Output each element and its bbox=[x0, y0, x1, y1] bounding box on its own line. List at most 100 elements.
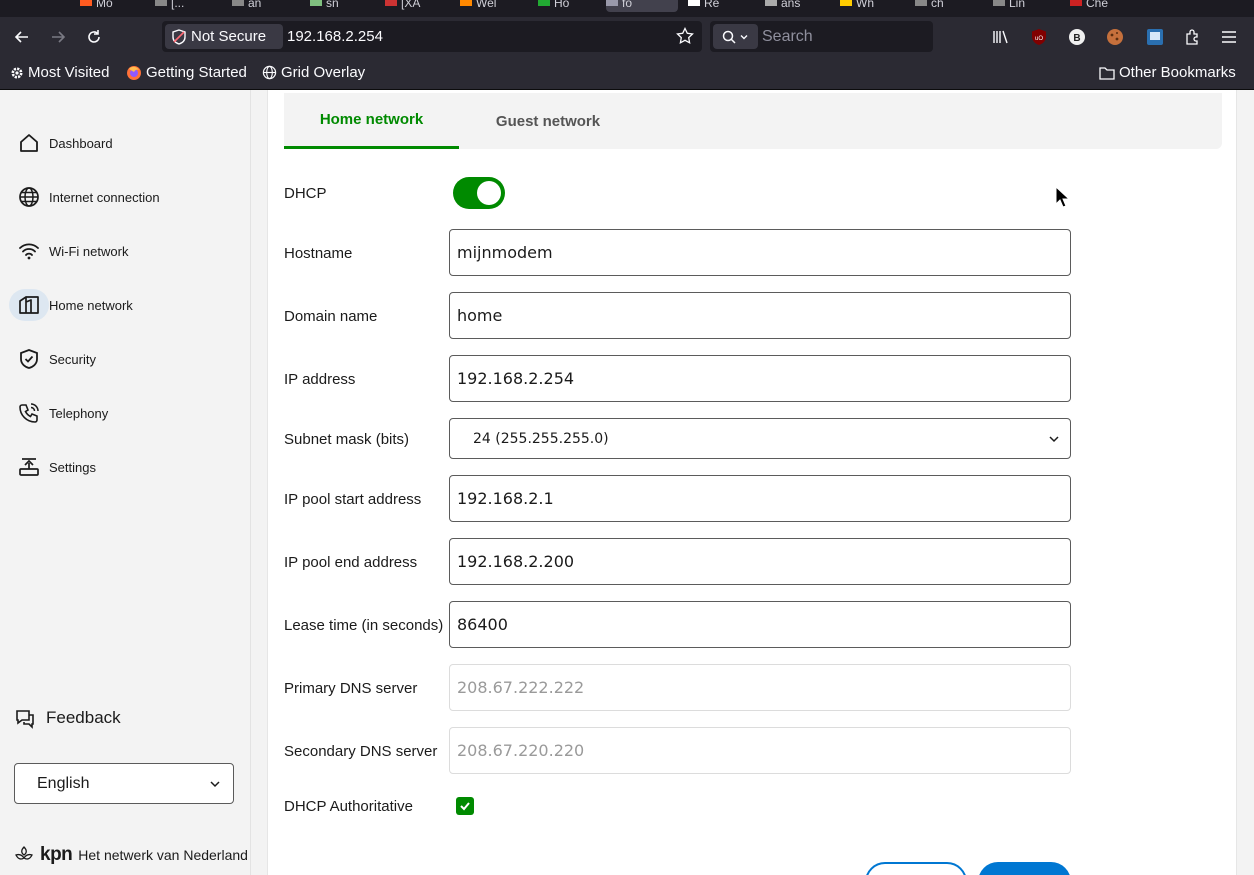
search-engine-button[interactable] bbox=[713, 24, 758, 49]
sidebar-item-wifi-network[interactable]: Wi-Fi network bbox=[9, 235, 239, 267]
cookie-extension-button[interactable] bbox=[1103, 25, 1127, 49]
ip-pool-end-input[interactable] bbox=[457, 552, 1070, 571]
bookmark-getting-started[interactable]: Getting Started bbox=[126, 64, 247, 81]
ip-pool-start-field[interactable] bbox=[449, 475, 1071, 522]
reload-button[interactable] bbox=[82, 25, 106, 49]
browser-tab[interactable]: Wh bbox=[840, 0, 900, 12]
browser-tab-label: Wh bbox=[856, 0, 874, 10]
search-bar[interactable]: Search bbox=[710, 21, 933, 52]
primary-dns-field[interactable] bbox=[449, 664, 1071, 711]
sidebar-item-internet-connection[interactable]: Internet connection bbox=[9, 181, 239, 213]
bookmark-other-bookmarks[interactable]: Other Bookmarks bbox=[1099, 64, 1236, 81]
subnet-mask-value: 24 (255.255.255.0) bbox=[473, 430, 609, 447]
bookmark-label: Other Bookmarks bbox=[1119, 64, 1236, 81]
ip-pool-start-input[interactable] bbox=[457, 489, 1070, 508]
browser-tab[interactable]: Mo bbox=[80, 0, 140, 12]
chevron-down-icon bbox=[210, 781, 220, 788]
tab-home-network[interactable]: Home network bbox=[284, 93, 459, 149]
browser-tab[interactable]: ans bbox=[765, 0, 825, 12]
ip-address-input[interactable] bbox=[457, 369, 1070, 388]
tab-guest-network[interactable]: Guest network bbox=[459, 93, 637, 149]
hostname-field[interactable] bbox=[449, 229, 1071, 276]
sidebar-item-settings[interactable]: Settings bbox=[9, 451, 239, 483]
ip-address-field[interactable] bbox=[449, 355, 1071, 402]
feedback-link[interactable]: Feedback bbox=[14, 707, 121, 729]
reload-icon bbox=[88, 30, 100, 43]
cancel-button[interactable] bbox=[865, 862, 967, 875]
url-text[interactable]: 192.168.2.254 bbox=[287, 28, 383, 45]
sidebar-item-security[interactable]: Security bbox=[9, 343, 239, 375]
dhcp-authoritative-checkbox[interactable] bbox=[456, 797, 474, 815]
sidebar-item-telephony[interactable]: Telephony bbox=[9, 397, 239, 429]
secondary-dns-field[interactable] bbox=[449, 727, 1071, 774]
browser-tab[interactable]: an bbox=[232, 0, 292, 12]
domain-name-input[interactable] bbox=[457, 306, 1070, 325]
back-button[interactable] bbox=[10, 25, 34, 49]
primary-dns-input[interactable] bbox=[457, 678, 1070, 697]
browser-tab-label: fo bbox=[622, 0, 633, 10]
page-scrollbar[interactable] bbox=[1237, 90, 1254, 875]
browser-tab[interactable]: Wel bbox=[460, 0, 520, 12]
wifi-icon bbox=[9, 235, 49, 267]
tab-favicon-icon bbox=[538, 0, 550, 6]
cookie-icon bbox=[1107, 29, 1123, 45]
tab-favicon-icon bbox=[688, 0, 700, 6]
library-button[interactable] bbox=[989, 25, 1013, 49]
lease-time-field[interactable] bbox=[449, 601, 1071, 648]
sidebar-item-label: Internet connection bbox=[49, 189, 160, 205]
menu-button[interactable] bbox=[1217, 25, 1241, 49]
browser-tab[interactable]: [XA bbox=[385, 0, 445, 12]
library-icon bbox=[993, 30, 1008, 44]
address-bar[interactable]: Not Secure 192.168.2.254 bbox=[162, 21, 702, 52]
sidebar-item-label: Security bbox=[49, 351, 96, 367]
browser-tab-label: ans bbox=[781, 0, 801, 10]
browser-tab-label: sn bbox=[326, 0, 339, 10]
hostname-input[interactable] bbox=[457, 243, 1070, 262]
tab-favicon-icon bbox=[385, 0, 397, 6]
bookmark-most-visited[interactable]: Most Visited bbox=[10, 64, 109, 81]
lease-time-input[interactable] bbox=[457, 615, 1070, 634]
bookmark-grid-overlay[interactable]: Grid Overlay bbox=[262, 64, 365, 81]
sidebar-item-label: Telephony bbox=[49, 405, 109, 421]
main-card: Home network Guest network DHCP Hostname… bbox=[267, 90, 1237, 875]
kpn-tagline: Het netwerk van Nederland bbox=[78, 847, 248, 863]
language-select[interactable]: English bbox=[14, 763, 234, 804]
security-label: Not Secure bbox=[191, 28, 267, 45]
forward-button[interactable] bbox=[46, 25, 70, 49]
ublock-button[interactable]: uO bbox=[1027, 25, 1051, 49]
subnet-mask-select[interactable]: 24 (255.255.255.0) bbox=[449, 418, 1071, 459]
gear-icon bbox=[11, 67, 23, 78]
secondary-dns-input[interactable] bbox=[457, 741, 1070, 760]
browser-tab-label: Ho bbox=[554, 0, 570, 10]
screenshot-extension-button[interactable] bbox=[1143, 25, 1167, 49]
browser-tab[interactable]: [... bbox=[155, 0, 215, 12]
dhcp-toggle[interactable] bbox=[453, 177, 505, 209]
sidebar-item-dashboard[interactable]: Dashboard bbox=[9, 127, 239, 159]
feedback-icon bbox=[16, 710, 34, 729]
domain-name-field[interactable] bbox=[449, 292, 1071, 339]
browser-tab[interactable]: Che bbox=[1070, 0, 1130, 12]
browser-tab[interactable]: Ho bbox=[538, 0, 598, 12]
bookmark-label: Most Visited bbox=[28, 64, 110, 81]
browser-tab[interactable]: ch bbox=[915, 0, 975, 12]
extension-b-button[interactable]: B bbox=[1065, 25, 1089, 49]
svg-text:uO: uO bbox=[1035, 36, 1043, 42]
bookmark-star-icon[interactable] bbox=[676, 27, 694, 45]
sidebar-item-home-network[interactable]: Home network bbox=[9, 289, 239, 321]
browser-tab[interactable]: Re bbox=[688, 0, 748, 12]
browser-tab-label: Mo bbox=[96, 0, 113, 10]
security-indicator[interactable]: Not Secure bbox=[165, 24, 283, 49]
chevron-down-icon bbox=[1049, 436, 1059, 443]
ip-pool-start-label: IP pool start address bbox=[284, 491, 422, 508]
ip-pool-end-field[interactable] bbox=[449, 538, 1071, 585]
browser-tab-label: an bbox=[248, 0, 262, 10]
domain-name-label: Domain name bbox=[284, 308, 378, 325]
bookmarks-toolbar: Most Visited Getting Started Grid Overla… bbox=[0, 56, 1254, 90]
extensions-button[interactable] bbox=[1181, 25, 1205, 49]
browser-tab[interactable]: Lin bbox=[993, 0, 1053, 12]
browser-tab[interactable]: fo bbox=[606, 0, 678, 12]
save-button[interactable] bbox=[978, 862, 1071, 875]
search-placeholder: Search bbox=[762, 28, 813, 45]
browser-tab[interactable]: sn bbox=[310, 0, 370, 12]
bookmark-label: Getting Started bbox=[146, 64, 247, 81]
